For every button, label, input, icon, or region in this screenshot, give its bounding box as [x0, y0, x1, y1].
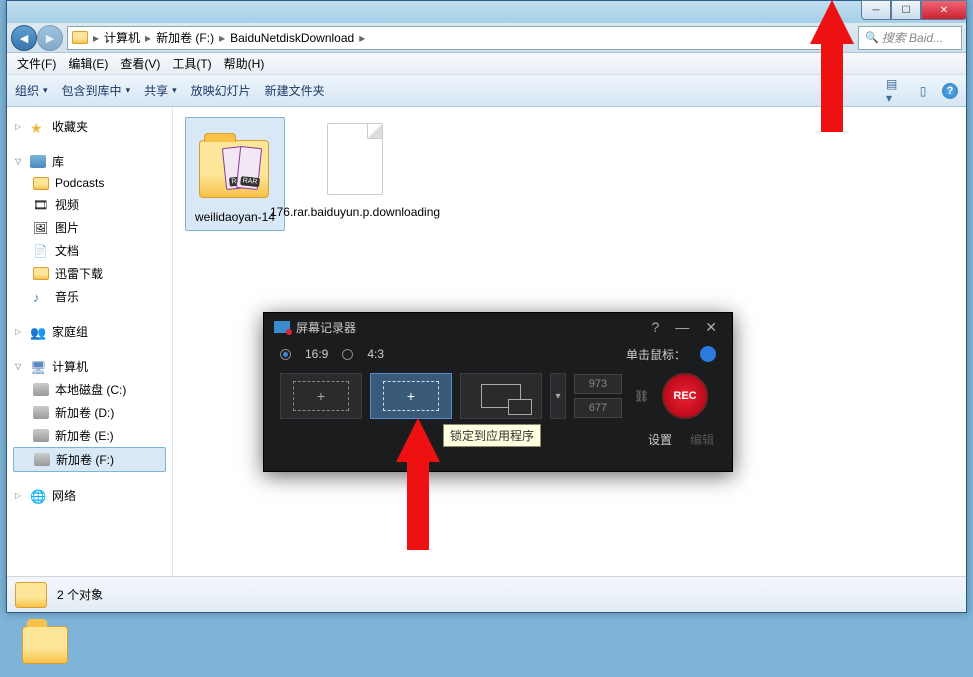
sidebar-homegroup[interactable]: 👥家庭组: [13, 320, 166, 343]
ratio-43-label: 4:3: [367, 347, 384, 361]
annotation-arrow-bottom: [396, 418, 440, 550]
file-label: 176.rar.baiduyun.p.downloading: [270, 205, 440, 221]
drive-icon: [33, 406, 49, 419]
window-controls: ─ ☐ ✕: [861, 0, 967, 20]
folder-icon: [33, 267, 49, 280]
sidebar-item-pictures[interactable]: 🖼图片: [13, 216, 166, 239]
recorder-mode-row: + + ▾ 973 677 ⛓ REC: [264, 367, 732, 425]
close-button[interactable]: ✕: [921, 0, 967, 20]
music-icon: ♪: [33, 290, 49, 303]
sidebar-favorites-label: 收藏夹: [52, 118, 88, 135]
desktop-folder-icon: [22, 626, 68, 664]
sidebar-drive-f[interactable]: 新加卷 (F:): [13, 447, 166, 472]
view-mode-icon[interactable]: ▤ ▾: [886, 82, 904, 100]
drive-icon: [33, 383, 49, 396]
menu-file[interactable]: 文件(F): [11, 55, 62, 72]
blank-file-icon: [319, 117, 391, 201]
mode-dropdown-button[interactable]: ▾: [550, 373, 566, 419]
ratio-169-label: 16:9: [305, 347, 328, 361]
menu-tools[interactable]: 工具(T): [166, 55, 217, 72]
screen-recorder-window: 屏幕记录器 ? — ✕ 16:9 4:3 单击鼠标： + + ▾ 973 677…: [263, 312, 733, 472]
recorder-close-button[interactable]: ✕: [700, 319, 722, 336]
tool-include-library[interactable]: 包含到库中: [62, 82, 131, 99]
file-label: weilidaoyan-14: [195, 210, 275, 226]
mode-region-button[interactable]: +: [370, 373, 452, 419]
library-icon: [30, 155, 46, 168]
sidebar-network[interactable]: 🌐网络: [13, 484, 166, 507]
rar-folder-icon: RAR RAR: [199, 122, 271, 206]
computer-icon: 🖥: [30, 360, 46, 373]
annotation-arrow-top: [810, 0, 854, 132]
back-button[interactable]: ◄: [11, 25, 37, 51]
recorder-settings-link[interactable]: 设置: [648, 431, 672, 448]
breadcrumb-seg-drive[interactable]: 新加卷 (F:): [152, 29, 218, 46]
menu-help[interactable]: 帮助(H): [218, 55, 271, 72]
recorder-options-row: 16:9 4:3 单击鼠标：: [264, 341, 732, 367]
status-bar: 2 个对象: [7, 576, 966, 612]
mode-fullscreen-button[interactable]: +: [280, 373, 362, 419]
click-color-dot[interactable]: [700, 346, 716, 362]
sidebar-favorites[interactable]: ★ 收藏夹: [13, 115, 166, 138]
preview-pane-icon[interactable]: ▯: [914, 82, 932, 100]
recorder-title-bar: 屏幕记录器 ? — ✕: [264, 313, 732, 341]
ratio-43-radio[interactable]: [342, 349, 353, 360]
sidebar-computer[interactable]: 🖥计算机: [13, 355, 166, 378]
tool-organize[interactable]: 组织: [15, 82, 48, 99]
network-icon: 🌐: [30, 489, 46, 502]
recorder-title: 屏幕记录器: [296, 319, 356, 336]
maximize-button[interactable]: ☐: [891, 0, 921, 20]
address-bar[interactable]: ▸ 计算机 ▸ 新加卷 (F:) ▸ BaiduNetdiskDownload …: [67, 26, 828, 50]
help-icon[interactable]: ?: [942, 83, 958, 99]
menu-view[interactable]: 查看(V): [114, 55, 166, 72]
ratio-169-radio[interactable]: [280, 349, 291, 360]
tool-share[interactable]: 共享: [144, 82, 177, 99]
folder-icon: [15, 582, 47, 608]
video-icon: 🎞: [33, 198, 49, 211]
breadcrumb-seg-folder[interactable]: BaiduNetdiskDownload: [226, 31, 358, 45]
minimize-button[interactable]: ─: [861, 0, 891, 20]
drive-icon: [34, 453, 50, 466]
height-field[interactable]: 677: [574, 398, 622, 418]
sidebar-item-podcasts[interactable]: Podcasts: [13, 173, 166, 193]
record-button[interactable]: REC: [662, 373, 708, 419]
sidebar-libraries-label: 库: [52, 153, 64, 170]
document-icon: 📄: [33, 244, 49, 257]
tool-new-folder[interactable]: 新建文件夹: [265, 82, 325, 99]
star-icon: ★: [30, 120, 46, 133]
sidebar-item-documents[interactable]: 📄文档: [13, 239, 166, 262]
link-dimensions-icon[interactable]: ⛓: [630, 389, 653, 403]
drive-icon: [33, 429, 49, 442]
sidebar-item-downloads[interactable]: 迅雷下载: [13, 262, 166, 285]
menu-edit[interactable]: 编辑(E): [62, 55, 114, 72]
mode-window-button[interactable]: [460, 373, 542, 419]
width-field[interactable]: 973: [574, 374, 622, 394]
homegroup-icon: 👥: [30, 325, 46, 338]
breadcrumb-seg-computer[interactable]: 计算机: [100, 29, 144, 46]
search-input[interactable]: 搜索 Baid...: [858, 26, 962, 50]
recorder-app-icon: [274, 321, 290, 333]
recorder-help-button[interactable]: ?: [646, 319, 664, 335]
folder-icon: [72, 31, 88, 44]
sidebar-item-videos[interactable]: 🎞视频: [13, 193, 166, 216]
forward-button[interactable]: ►: [37, 25, 63, 51]
tool-slideshow[interactable]: 放映幻灯片: [191, 82, 251, 99]
sidebar: ★ 收藏夹 库 Podcasts 🎞视频 🖼图片 📄文档 迅雷下载 ♪音乐 👥家庭…: [7, 107, 173, 576]
sidebar-drive-d[interactable]: 新加卷 (D:): [13, 401, 166, 424]
click-indicator-label: 单击鼠标：: [626, 346, 686, 363]
sidebar-drive-e[interactable]: 新加卷 (E:): [13, 424, 166, 447]
recorder-minimize-button[interactable]: —: [670, 319, 694, 335]
sidebar-drive-c[interactable]: 本地磁盘 (C:): [13, 378, 166, 401]
recorder-edit-link: 编辑: [690, 431, 714, 448]
tooltip: 锁定到应用程序: [443, 424, 541, 447]
sidebar-libraries[interactable]: 库: [13, 150, 166, 173]
sidebar-item-music[interactable]: ♪音乐: [13, 285, 166, 308]
status-count: 2 个对象: [57, 586, 103, 603]
picture-icon: 🖼: [33, 221, 49, 234]
folder-icon: [33, 177, 49, 190]
file-item-downloading[interactable]: 176.rar.baiduyun.p.downloading: [305, 117, 405, 221]
